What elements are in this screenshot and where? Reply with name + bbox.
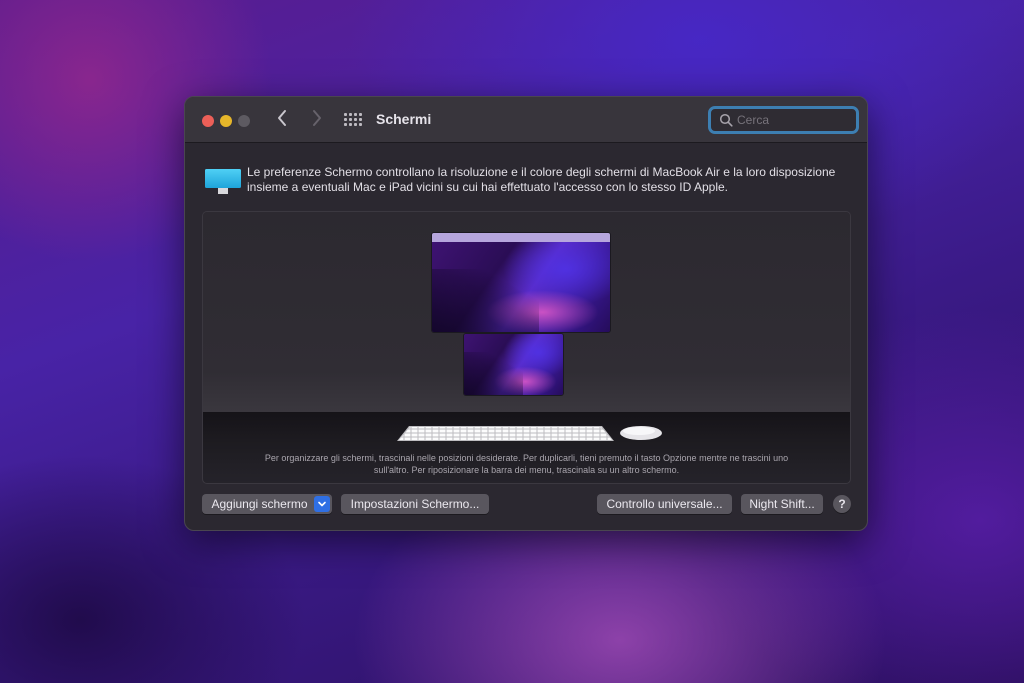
add-display-button[interactable]: Aggiungi schermo <box>202 494 332 514</box>
grid-dot <box>354 113 357 116</box>
search-field[interactable] <box>708 106 859 134</box>
help-button[interactable]: ? <box>833 495 851 513</box>
arrangement-hint: Per organizzare gli schermi, trascinali … <box>264 453 789 475</box>
chevron-right-icon <box>313 110 321 126</box>
add-display-label: Aggiungi schermo <box>211 497 308 511</box>
secondary-display[interactable] <box>463 333 564 396</box>
display-settings-button[interactable]: Impostazioni Schermo... <box>341 494 489 514</box>
minimize-button[interactable] <box>220 115 232 127</box>
zoom-button[interactable] <box>238 115 250 127</box>
display-wallpaper <box>432 242 610 332</box>
grid-dot <box>349 113 352 116</box>
show-all-button[interactable] <box>344 113 362 127</box>
grid-dot <box>359 118 362 121</box>
universal-control-button[interactable]: Controllo universale... <box>597 494 732 514</box>
menu-bar-handle[interactable] <box>432 233 610 242</box>
display-wallpaper <box>464 334 563 395</box>
chevron-down-icon <box>318 501 326 507</box>
display-arrangement-panel: Per organizzare gli schermi, trascinali … <box>202 211 851 484</box>
grid-dot <box>349 123 352 126</box>
search-icon <box>719 113 733 127</box>
back-button[interactable] <box>273 109 291 131</box>
grid-dot <box>349 118 352 121</box>
display-icon <box>205 169 241 194</box>
grid-dot <box>344 113 347 116</box>
grid-dot <box>354 123 357 126</box>
close-button[interactable] <box>202 115 214 127</box>
keyboard-icon <box>397 426 614 441</box>
grid-dot <box>354 118 357 121</box>
info-description: Le preferenze Schermo controllano la ris… <box>247 165 836 194</box>
window-title: Schermi <box>376 111 432 127</box>
popup-chevron <box>314 496 330 512</box>
main-display[interactable] <box>431 232 611 333</box>
chevron-left-icon <box>278 110 286 126</box>
mouse-icon <box>620 426 662 440</box>
grid-dot <box>344 118 347 121</box>
title-bar: Schermi <box>185 97 867 143</box>
grid-dot <box>344 123 347 126</box>
grid-dot <box>359 123 362 126</box>
search-input[interactable] <box>737 111 852 129</box>
grid-dot <box>359 113 362 116</box>
forward-button[interactable] <box>308 109 326 131</box>
night-shift-button[interactable]: Night Shift... <box>741 494 823 514</box>
system-preferences-window: Schermi Le preferenze Schermo controllan… <box>184 96 868 531</box>
